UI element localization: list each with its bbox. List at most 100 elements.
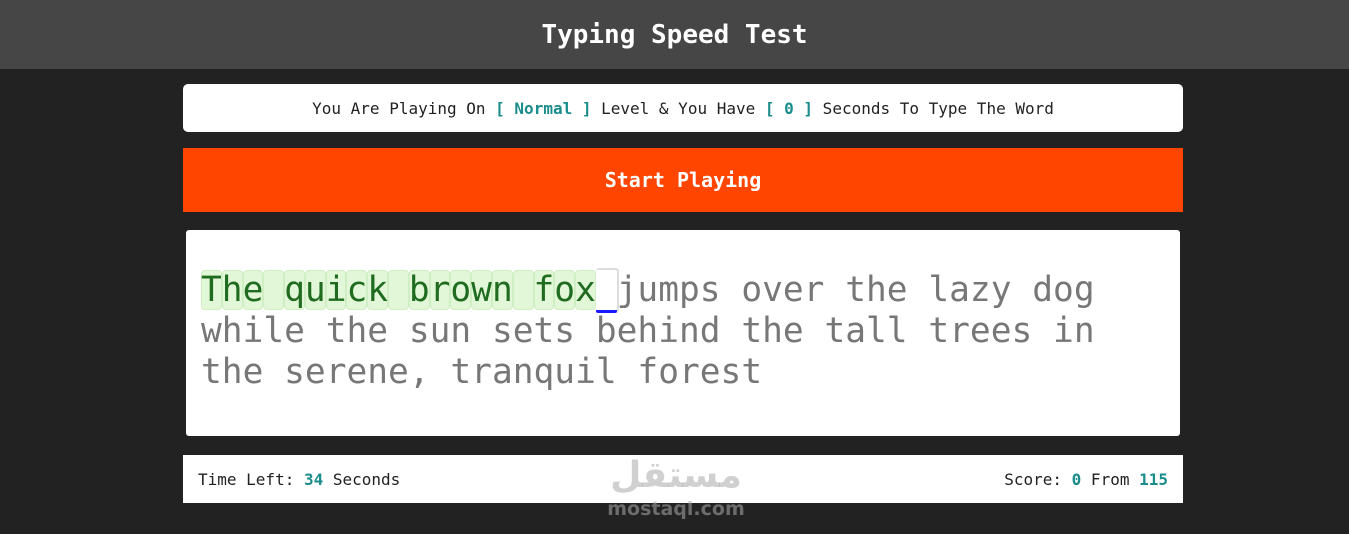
- sentence-char: [1011, 270, 1032, 310]
- sentence-char: q: [533, 352, 555, 392]
- sentence-char: r: [678, 352, 700, 392]
- sentence-char: ,: [408, 352, 430, 392]
- sentence-char: k: [367, 270, 389, 310]
- sentence-char: s: [554, 311, 576, 351]
- sentence-char: b: [595, 311, 617, 351]
- sentence-char: o: [554, 270, 576, 310]
- sentence-char: t: [201, 352, 222, 392]
- sentence-char: e: [388, 352, 409, 392]
- sentence-char: d: [699, 311, 721, 351]
- sentence-char: i: [575, 352, 596, 392]
- sentence-char: e: [242, 352, 264, 392]
- sentence-char: [824, 270, 845, 310]
- level-info-bar: You Are Playing On [ Normal ] Level & Yo…: [183, 84, 1183, 132]
- sentence-char: o: [450, 270, 472, 310]
- sentence-char: e: [969, 311, 991, 351]
- seconds-open-bracket: [: [764, 98, 785, 118]
- sentence-char: t: [741, 311, 763, 351]
- sentence-char: o: [741, 270, 763, 310]
- sentence-char: e: [367, 311, 389, 351]
- sentence-char: [908, 311, 929, 351]
- sentence-char: z: [969, 270, 991, 310]
- sentence-char: r: [949, 311, 970, 351]
- sentence-char: t: [533, 311, 555, 351]
- sentence-char: e: [990, 311, 1012, 351]
- sentence-char: t: [450, 352, 472, 392]
- score-value: 0: [1071, 469, 1082, 489]
- sentence-char: f: [637, 352, 659, 392]
- sentence-char: r: [803, 270, 825, 310]
- sentence-char: T: [201, 270, 222, 310]
- sentence-char: u: [304, 270, 326, 310]
- sentence-char: u: [637, 270, 659, 310]
- sentence-char: e: [284, 311, 305, 351]
- sentence-char: i: [325, 270, 347, 310]
- sentence-char: t: [741, 352, 763, 392]
- sentence-char: q: [284, 270, 305, 310]
- cursor-char: [595, 270, 617, 313]
- sentence-char: l: [263, 311, 285, 351]
- sentence-char: o: [1053, 270, 1074, 310]
- time-value: 34: [303, 469, 324, 489]
- sentence-char: [430, 352, 451, 392]
- sentence-char: [1032, 311, 1053, 351]
- sentence-char: h: [346, 311, 368, 351]
- sentence-char: e: [304, 352, 326, 392]
- typing-text-box[interactable]: The quick brown fox jumps over the lazy …: [186, 230, 1180, 436]
- score-total: 115: [1139, 469, 1168, 489]
- level-close-bracket: ]: [572, 98, 592, 118]
- sentence-char: d: [1032, 270, 1054, 310]
- sentence-char: f: [533, 270, 555, 310]
- sentence-char: s: [699, 270, 721, 310]
- sentence-char: v: [762, 270, 783, 310]
- sentence-char: n: [678, 311, 700, 351]
- sentence-char: u: [429, 311, 451, 351]
- sentence-char: s: [1011, 311, 1033, 351]
- page-title: Typing Speed Test: [541, 19, 808, 50]
- info-suffix: Seconds To Type The Word: [813, 98, 1054, 118]
- sentence-char: a: [845, 311, 866, 351]
- sentence-char: g: [1073, 270, 1095, 310]
- sentence-char: [617, 352, 638, 392]
- sentence-char: e: [886, 270, 908, 310]
- sentence-char: m: [658, 270, 679, 310]
- sentence-char: h: [221, 311, 243, 351]
- level-open-bracket: [: [495, 98, 515, 118]
- sentence-char: n: [450, 311, 472, 351]
- sentence-char: [575, 311, 596, 351]
- status-bar: Time Left: 34 Seconds Score: 0 From 115: [183, 455, 1183, 503]
- sentence-char: u: [554, 352, 576, 392]
- info-prefix: You Are Playing On: [312, 98, 496, 118]
- sentence-char: t: [325, 311, 347, 351]
- score-from: From: [1081, 469, 1140, 489]
- level-name: Normal: [514, 98, 573, 118]
- sentence-char: [388, 311, 409, 351]
- sentence-char: p: [678, 270, 700, 310]
- typing-sentence: The quick brown fox jumps over the lazy …: [201, 270, 1166, 393]
- sentence-char: n: [512, 352, 534, 392]
- sentence-char: n: [1073, 311, 1095, 351]
- sentence-char: a: [949, 270, 970, 310]
- sentence-char: [471, 311, 492, 351]
- sentence-char: [721, 270, 742, 310]
- time-left: Time Left: 34 Seconds: [198, 470, 400, 489]
- sentence-char: h: [221, 352, 243, 392]
- sentence-char: s: [284, 352, 305, 392]
- sentence-char: h: [637, 311, 659, 351]
- sentence-char: l: [595, 352, 617, 392]
- score-label: Score:: [1004, 469, 1072, 489]
- sentence-char: n: [367, 352, 389, 392]
- sentence-char: h: [221, 270, 243, 310]
- start-playing-button[interactable]: Start Playing: [183, 148, 1183, 212]
- sentence-char: e: [512, 311, 534, 351]
- sentence-char: [305, 311, 326, 351]
- sentence-char: r: [429, 270, 451, 310]
- sentence-char: i: [658, 311, 679, 351]
- app-header: Typing Speed Test: [0, 0, 1349, 69]
- sentence-char: l: [866, 311, 887, 351]
- sentence-char: x: [575, 270, 596, 310]
- sentence-char: [512, 270, 534, 310]
- sentence-char: a: [491, 352, 513, 392]
- sentence-char: r: [471, 352, 492, 392]
- sentence-char: o: [658, 352, 679, 392]
